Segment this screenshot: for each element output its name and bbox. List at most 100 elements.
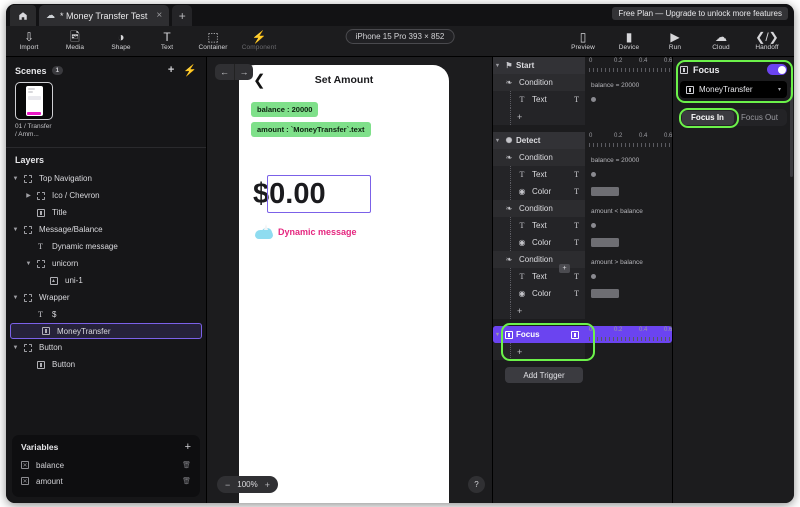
plus-icon[interactable]: + [493,306,522,316]
add-trigger-button[interactable]: Add Trigger [505,367,583,383]
keyframe-dot[interactable] [591,172,596,177]
plus-icon[interactable]: + [493,112,522,122]
keyframe-dot[interactable] [591,223,596,228]
variable-row[interactable]: ✕ balance 🗑 [12,457,200,473]
layer-row[interactable]: ▼ T $ [6,306,206,323]
trigger-add-row[interactable]: + [493,302,672,319]
tool-import[interactable]: ⇩ Import [6,31,52,51]
layer-row[interactable]: ▼ T Dynamic message [6,238,206,255]
tab-focus-in[interactable]: Focus In [681,110,734,125]
focus-target-value: MoneyTransfer [699,85,753,94]
tool-device[interactable]: ▮ Device [606,31,652,51]
tool-cloud[interactable]: ☁ Cloud [698,31,744,51]
layer-row[interactable]: ▼ Title [6,204,206,221]
trash-icon[interactable]: 🗑 [182,477,191,485]
trigger-header-focus[interactable]: ▼ Focus 0 0.2 0.4 0.6 [493,326,672,343]
trigger-header-detect[interactable]: ▼ ✺ Detect 0 0.2 0.4 0.6 [493,132,672,149]
arrow-left-icon[interactable]: ← [215,64,234,80]
chevron-down-icon[interactable]: ▾ [778,86,781,93]
caret-down-icon[interactable]: ▼ [493,63,502,69]
caret-down-icon[interactable]: ▼ [23,261,34,267]
caret-down-icon[interactable]: ▼ [10,295,21,301]
caret-right-icon[interactable]: ▶ [23,192,34,199]
trigger-row-value: amount < balanceamount > [585,200,672,217]
home-button[interactable] [10,5,36,26]
caret-down-icon[interactable]: ▼ [10,345,21,351]
trigger-row[interactable]: ◉ Color T [493,285,672,302]
caret-down-icon[interactable]: ▼ [10,227,21,233]
bolt-icon[interactable]: ⚡ [183,64,197,77]
layer-row[interactable]: ▼ Button [6,339,206,356]
trigger-add-row[interactable]: + [493,343,672,360]
color-swatch[interactable] [591,187,619,196]
tool-container[interactable]: ⬚ Container [190,31,236,51]
plan-badge[interactable]: Free Plan — Upgrade to unlock more featu… [612,7,788,20]
help-button[interactable]: ? [468,476,485,493]
trigger-row[interactable]: ❧ Condition amount > balance [493,251,672,268]
trigger-row[interactable]: ❧ Condition balance = 20000 [493,74,672,91]
caret-placeholder: ▼ [23,244,34,250]
trigger-row[interactable]: ❧ Condition amount < balanceamount > [493,200,672,217]
layer-row[interactable]: ▼▲ uni-1 [6,272,206,289]
text-icon: T [574,95,579,104]
money-transfer-field[interactable]: 0.00 [267,175,371,213]
keyframe-dot[interactable] [591,97,596,102]
layer-row[interactable]: ▼ Top Navigation [6,170,206,187]
trigger-row[interactable]: T Text T [493,166,672,183]
tool-shape[interactable]: ◑ Shape [98,31,144,51]
layer-row[interactable]: ▼ Button [6,356,206,373]
layer-row[interactable]: ▶ Ico / Chevron [6,187,206,204]
arrow-right-icon[interactable]: → [234,64,253,80]
zoom-control[interactable]: − 100% + [217,476,278,493]
document-tab[interactable]: ☁ * Money Transfer Test × [39,5,170,26]
scene-item[interactable]: 01 / Transfer / Amm... [15,82,53,139]
canvas-area[interactable]: ← → ❮ Set Amount balance : 20000 amount … [207,57,492,503]
chevron-left-icon[interactable]: ❮ [253,73,266,88]
trigger-row[interactable]: T Text T [493,91,672,108]
trigger-row[interactable]: ❧ Condition balance = 20000 [493,149,672,166]
focus-enable-toggle[interactable] [767,64,787,75]
trigger-row[interactable]: T Text T [493,217,672,234]
focus-inspector-header: Focus [680,64,787,75]
trigger-row-value [585,285,672,302]
caret-down-icon[interactable]: ▼ [493,138,502,144]
trash-icon[interactable]: 🗑 [182,461,191,469]
keyframe-dot[interactable] [591,274,596,279]
focus-target-select[interactable]: MoneyTransfer ▾ [680,81,787,98]
tool-media[interactable]: 🖻 Media [52,31,98,51]
trigger-add-row[interactable]: + [493,108,672,125]
plus-icon[interactable]: + [168,64,174,77]
layer-row[interactable]: ▼ unicorn [6,255,206,272]
layer-row[interactable]: ▼ Wrapper [6,289,206,306]
zoom-in-button[interactable]: + [265,480,270,490]
color-swatch[interactable] [591,238,619,247]
add-variable-button[interactable]: + [185,441,191,453]
caret-down-icon[interactable]: ▼ [10,176,21,182]
trigger-row[interactable]: ◉ Color T [493,183,672,200]
frame-icon [36,191,45,200]
phone-frame[interactable]: ❮ Set Amount balance : 20000 amount : `M… [239,65,449,503]
tool-handoff[interactable]: ❮/❯ Handoff [744,31,790,51]
trigger-row[interactable]: T Text T + [493,264,672,285]
scene-thumbnail[interactable] [15,82,53,120]
zoom-out-button[interactable]: − [225,480,230,490]
plus-icon[interactable]: + [559,264,570,273]
tab-focus-out[interactable]: Focus Out [734,111,786,125]
plus-icon[interactable]: + [493,347,522,357]
close-icon[interactable]: × [156,10,162,21]
device-selector[interactable]: iPhone 15 Pro 393 × 852 [345,29,455,44]
caret-down-icon[interactable]: ▼ [493,332,502,338]
layer-row[interactable]: ▼ Message/Balance [6,221,206,238]
tool-preview[interactable]: ▯ Preview [560,31,606,51]
tool-component[interactable]: ⚡ Component [236,31,282,51]
tool-run[interactable]: ▶ Run [652,31,698,51]
inspector-scrollbar[interactable] [790,87,793,177]
trigger-header-start[interactable]: ▼ ⚑ Start 0 0.2 0.4 0.6 [493,57,672,74]
tool-text[interactable]: T Text [144,31,190,51]
color-swatch[interactable] [591,289,619,298]
trigger-row[interactable]: ◉ Color T [493,234,672,251]
variable-row[interactable]: ✕ amount 🗑 [12,473,200,489]
layer-row[interactable]: ▼ MoneyTransfer [10,323,202,339]
trigger-row-value: amount > balance [585,251,672,268]
new-tab-button[interactable]: + [172,5,193,26]
